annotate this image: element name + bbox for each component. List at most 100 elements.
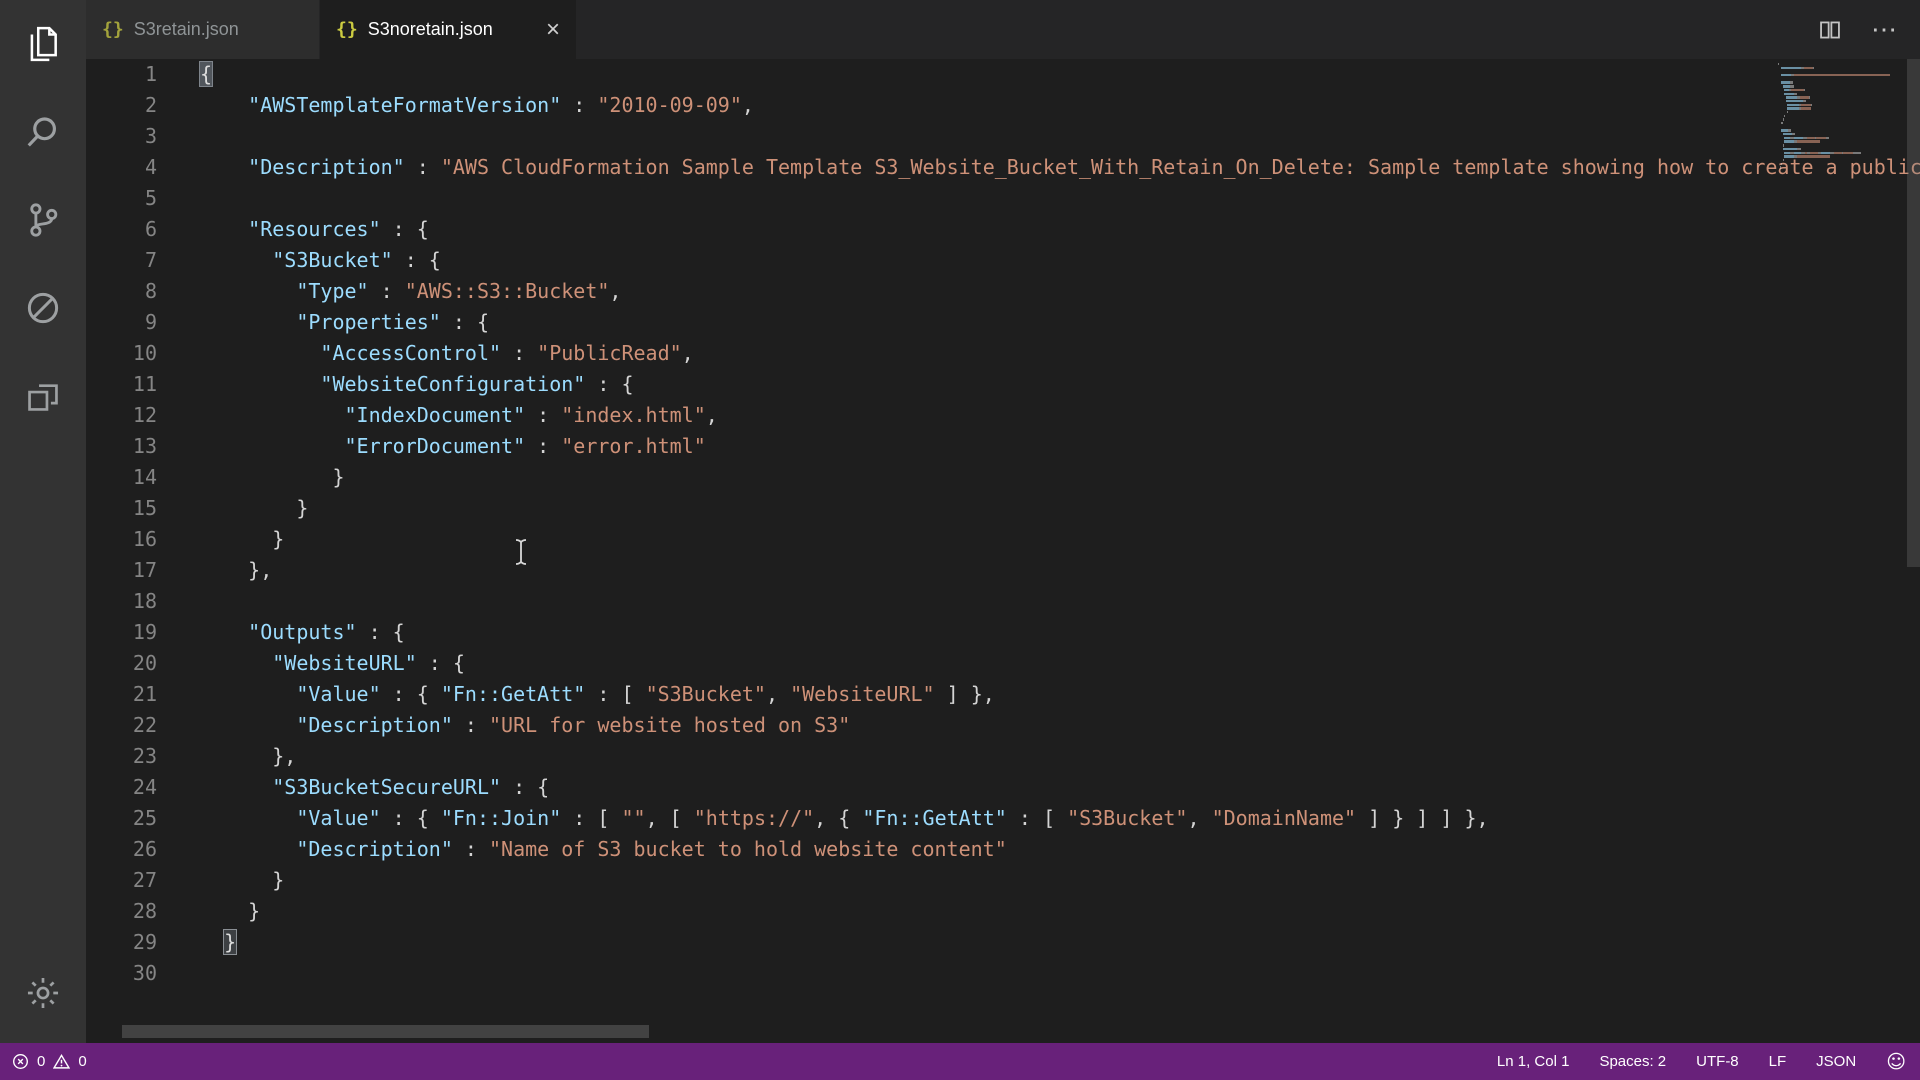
code-line[interactable]: 24 "S3BucketSecureURL" : { [86, 772, 1920, 803]
code-line[interactable]: 7 "S3Bucket" : { [86, 245, 1920, 276]
line-number[interactable]: 25 [86, 803, 157, 834]
line-number[interactable]: 24 [86, 772, 157, 803]
line-number[interactable]: 3 [86, 121, 157, 152]
code-line[interactable]: 9 "Properties" : { [86, 307, 1920, 338]
code-line[interactable]: 18 [86, 586, 1920, 617]
code-line[interactable]: 30 [86, 958, 1920, 989]
code-line[interactable]: 25 "Value" : { "Fn::Join" : [ "", [ "htt… [86, 803, 1920, 834]
tab-s3noretain[interactable]: {} S3noretain.json × [320, 0, 576, 59]
minimap-line [1778, 144, 1890, 146]
code-text: { [157, 59, 212, 90]
code-line[interactable]: 4 "Description" : "AWS CloudFormation Sa… [86, 152, 1920, 183]
line-number[interactable]: 11 [86, 369, 157, 400]
code-text: "Description" : "Name of S3 bucket to ho… [157, 834, 1007, 865]
line-number[interactable]: 27 [86, 865, 157, 896]
line-number[interactable]: 13 [86, 431, 157, 462]
files-icon [24, 25, 62, 63]
indentation-setting[interactable]: Spaces: 2 [1599, 1053, 1666, 1070]
line-number[interactable]: 29 [86, 927, 157, 958]
code-text: } [157, 927, 236, 958]
split-editor-button[interactable] [1819, 19, 1841, 41]
code-line[interactable]: 1{ [86, 59, 1920, 90]
settings-button[interactable] [0, 949, 86, 1037]
close-tab-button[interactable]: × [546, 18, 560, 42]
code-line[interactable]: 2 "AWSTemplateFormatVersion" : "2010-09-… [86, 90, 1920, 121]
code-line[interactable]: 23 }, [86, 741, 1920, 772]
line-number[interactable]: 15 [86, 493, 157, 524]
code-line[interactable]: 5 [86, 183, 1920, 214]
code-text: } [157, 524, 284, 555]
cursor-position[interactable]: Ln 1, Col 1 [1497, 1053, 1570, 1070]
line-number[interactable]: 21 [86, 679, 157, 710]
line-number[interactable]: 10 [86, 338, 157, 369]
feedback-smiley-icon[interactable]: ☺ [1886, 1051, 1906, 1073]
line-number[interactable]: 14 [86, 462, 157, 493]
code-text: "Description" : "AWS CloudFormation Samp… [157, 152, 1920, 183]
line-number[interactable]: 4 [86, 152, 157, 183]
code-text: "S3BucketSecureURL" : { [157, 772, 549, 803]
code-line[interactable]: 26 "Description" : "Name of S3 bucket to… [86, 834, 1920, 865]
minimap-line [1778, 111, 1890, 113]
activity-item-extensions[interactable] [0, 352, 86, 440]
line-number[interactable]: 26 [86, 834, 157, 865]
minimap-line [1778, 104, 1890, 106]
minimap[interactable] [1778, 63, 1890, 174]
json-file-icon: {} [102, 19, 124, 40]
status-problems[interactable]: 0 0 [0, 1053, 87, 1070]
code-line[interactable]: 27 } [86, 865, 1920, 896]
code-line[interactable]: 21 "Value" : { "Fn::GetAtt" : [ "S3Bucke… [86, 679, 1920, 710]
code-line[interactable]: 11 "WebsiteConfiguration" : { [86, 369, 1920, 400]
line-number[interactable]: 20 [86, 648, 157, 679]
activity-item-debug[interactable] [0, 264, 86, 352]
code-line[interactable]: 22 "Description" : "URL for website host… [86, 710, 1920, 741]
code-line[interactable]: 28 } [86, 896, 1920, 927]
code-text: "AWSTemplateFormatVersion" : "2010-09-09… [157, 90, 754, 121]
activity-item-search[interactable] [0, 88, 86, 176]
code-line[interactable]: 29 } [86, 927, 1920, 958]
line-number[interactable]: 17 [86, 555, 157, 586]
minimap-line [1778, 93, 1890, 95]
line-number[interactable]: 22 [86, 710, 157, 741]
encoding-setting[interactable]: UTF-8 [1696, 1053, 1739, 1070]
line-number[interactable]: 8 [86, 276, 157, 307]
line-number[interactable]: 19 [86, 617, 157, 648]
line-number[interactable]: 30 [86, 958, 157, 989]
line-number[interactable]: 12 [86, 400, 157, 431]
editor[interactable]: 1{2 "AWSTemplateFormatVersion" : "2010-0… [86, 59, 1920, 1043]
code-line[interactable]: 19 "Outputs" : { [86, 617, 1920, 648]
line-number[interactable]: 18 [86, 586, 157, 617]
activity-item-explorer[interactable] [0, 0, 86, 88]
line-number[interactable]: 1 [86, 59, 157, 90]
line-number[interactable]: 2 [86, 90, 157, 121]
code-line[interactable]: 8 "Type" : "AWS::S3::Bucket", [86, 276, 1920, 307]
code-text: "Description" : "URL for website hosted … [157, 710, 850, 741]
line-number[interactable]: 9 [86, 307, 157, 338]
code-line[interactable]: 17 }, [86, 555, 1920, 586]
horizontal-scrollbar[interactable] [122, 1025, 649, 1038]
code-line[interactable]: 20 "WebsiteURL" : { [86, 648, 1920, 679]
more-actions-button[interactable]: ⋯ [1871, 14, 1898, 45]
line-number[interactable]: 6 [86, 214, 157, 245]
line-number[interactable]: 23 [86, 741, 157, 772]
vertical-scrollbar[interactable] [1907, 59, 1920, 567]
code-line[interactable]: 16 } [86, 524, 1920, 555]
code-line[interactable]: 10 "AccessControl" : "PublicRead", [86, 338, 1920, 369]
code-line[interactable]: 13 "ErrorDocument" : "error.html" [86, 431, 1920, 462]
activity-item-source-control[interactable] [0, 176, 86, 264]
language-mode[interactable]: JSON [1816, 1053, 1856, 1070]
code-line[interactable]: 14 } [86, 462, 1920, 493]
tab-s3retain[interactable]: {} S3retain.json [86, 0, 320, 59]
line-number[interactable]: 7 [86, 245, 157, 276]
minimap-line [1778, 159, 1890, 161]
code-line[interactable]: 3 [86, 121, 1920, 152]
code-text: } [157, 896, 260, 927]
line-number[interactable]: 28 [86, 896, 157, 927]
eol-setting[interactable]: LF [1769, 1053, 1787, 1070]
code-line[interactable]: 15 } [86, 493, 1920, 524]
code-line[interactable]: 12 "IndexDocument" : "index.html", [86, 400, 1920, 431]
line-number[interactable]: 5 [86, 183, 157, 214]
line-number[interactable]: 16 [86, 524, 157, 555]
minimap-line [1778, 78, 1890, 80]
code-text: "Outputs" : { [157, 617, 405, 648]
code-line[interactable]: 6 "Resources" : { [86, 214, 1920, 245]
